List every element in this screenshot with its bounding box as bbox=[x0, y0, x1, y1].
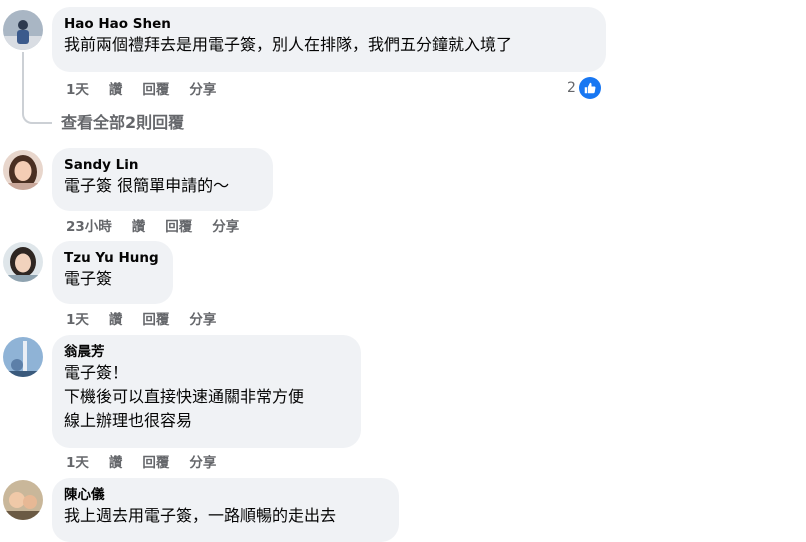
comment-text: 線上辦理也很容易 bbox=[64, 411, 193, 430]
reply-button[interactable]: 回覆 bbox=[165, 215, 192, 235]
reply-thread-line bbox=[22, 52, 52, 124]
share-button[interactable]: 分享 bbox=[189, 78, 216, 98]
comment-time[interactable]: 23小時 bbox=[66, 215, 112, 235]
avatar[interactable] bbox=[3, 150, 43, 190]
reaction-count: 2 bbox=[567, 80, 576, 96]
avatar-photo bbox=[3, 10, 43, 50]
comment-author[interactable]: 翁晨芳 bbox=[64, 343, 349, 361]
avatar[interactable] bbox=[3, 242, 43, 282]
like-button[interactable]: 讚 bbox=[109, 78, 123, 98]
comment-bubble: Sandy Lin 電子簽 很簡單申請的～ bbox=[52, 148, 273, 211]
comment-time[interactable]: 1天 bbox=[66, 308, 89, 328]
comment-author[interactable]: Tzu Yu Hung bbox=[64, 249, 161, 267]
avatar-photo bbox=[3, 242, 43, 282]
comment-actions: 23小時 讚 回覆 分享 bbox=[66, 215, 239, 235]
avatar[interactable] bbox=[3, 10, 43, 50]
like-button[interactable]: 讚 bbox=[132, 215, 146, 235]
avatar-photo bbox=[3, 480, 43, 520]
view-replies-link[interactable]: 查看全部2則回覆 bbox=[61, 113, 184, 133]
reply-button[interactable]: 回覆 bbox=[142, 308, 169, 328]
comment-author[interactable]: Sandy Lin bbox=[64, 156, 261, 174]
share-button[interactable]: 分享 bbox=[189, 451, 216, 471]
share-button[interactable]: 分享 bbox=[189, 308, 216, 328]
comment-text: 我上週去用電子簽，一路順暢的走出去 bbox=[64, 506, 337, 525]
comment-bubble: 翁晨芳 電子簽！ 下機後可以直接快速通關非常方便 線上辦理也很容易 bbox=[52, 335, 361, 448]
comment-actions: 1天 讚 回覆 分享 bbox=[66, 78, 216, 98]
comment-text: 電子簽！ bbox=[64, 363, 129, 382]
comment-text: 電子簽 很簡單申請的～ bbox=[64, 176, 230, 195]
avatar-photo bbox=[3, 337, 43, 377]
comment-bubble: 陳心儀 我上週去用電子簽，一路順暢的走出去 bbox=[52, 478, 399, 542]
avatar[interactable] bbox=[3, 337, 43, 377]
comment-bubble: Hao Hao Shen 我前兩個禮拜去是用電子簽，別人在排隊，我們五分鐘就入境… bbox=[52, 7, 606, 72]
comment-time[interactable]: 1天 bbox=[66, 451, 89, 471]
comment-text: 下機後可以直接快速通關非常方便 bbox=[64, 387, 305, 406]
like-button[interactable]: 讚 bbox=[109, 308, 123, 328]
avatar-photo bbox=[3, 150, 43, 190]
comment-author[interactable]: Hao Hao Shen bbox=[64, 15, 594, 33]
reaction-summary[interactable]: 2 bbox=[567, 77, 601, 99]
reply-button[interactable]: 回覆 bbox=[142, 451, 169, 471]
like-button[interactable]: 讚 bbox=[109, 451, 123, 471]
share-button[interactable]: 分享 bbox=[212, 215, 239, 235]
avatar[interactable] bbox=[3, 480, 43, 520]
comment-actions: 1天 讚 回覆 分享 bbox=[66, 451, 216, 471]
comment-actions: 1天 讚 回覆 分享 bbox=[66, 308, 216, 328]
comment-text: 我前兩個禮拜去是用電子簽，別人在排隊，我們五分鐘就入境了 bbox=[64, 35, 513, 54]
comment-time[interactable]: 1天 bbox=[66, 78, 89, 98]
comment-bubble: Tzu Yu Hung 電子簽 bbox=[52, 241, 173, 304]
comment-text: 電子簽 bbox=[64, 269, 113, 288]
reply-button[interactable]: 回覆 bbox=[142, 78, 169, 98]
like-icon bbox=[578, 77, 601, 99]
comment-author[interactable]: 陳心儀 bbox=[64, 486, 387, 504]
